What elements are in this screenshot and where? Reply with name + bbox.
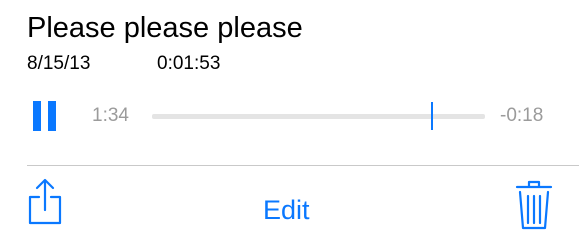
edit-button[interactable]: Edit bbox=[263, 194, 310, 226]
trash-icon bbox=[515, 180, 553, 230]
elapsed-time: 1:34 bbox=[92, 105, 129, 126]
remaining-time: -0:18 bbox=[500, 105, 544, 126]
memo-title: Please please please bbox=[27, 12, 303, 44]
memo-duration: 0:01:53 bbox=[157, 53, 221, 74]
playback-scrubber[interactable] bbox=[152, 102, 485, 130]
pause-icon bbox=[33, 101, 41, 131]
pause-button[interactable] bbox=[33, 101, 59, 131]
divider bbox=[27, 165, 579, 166]
share-button[interactable] bbox=[27, 176, 63, 226]
playhead-handle[interactable] bbox=[431, 102, 433, 130]
memo-date: 8/15/13 bbox=[27, 53, 91, 74]
delete-button[interactable] bbox=[515, 180, 553, 230]
share-icon bbox=[28, 178, 62, 225]
